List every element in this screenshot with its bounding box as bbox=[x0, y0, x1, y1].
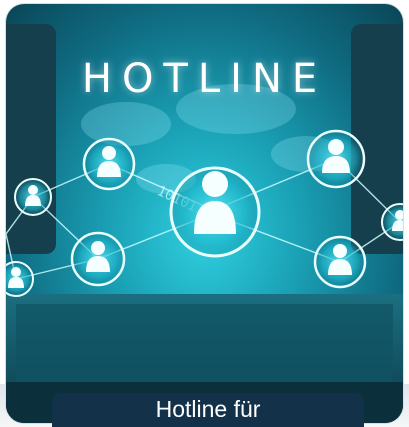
caption-bar: Hotline für bbox=[52, 393, 364, 427]
banner-caption: Hotline für bbox=[155, 396, 261, 422]
banner-headline: HOTLINE bbox=[81, 56, 328, 102]
hotline-banner-card[interactable]: 101011 bbox=[6, 4, 403, 423]
network-node-icon bbox=[6, 129, 403, 297]
